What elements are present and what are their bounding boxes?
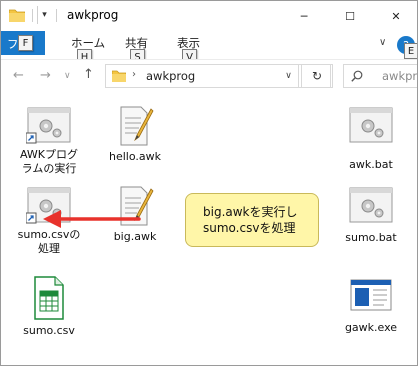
file-item-gawk-exe[interactable]: gawk.exe (331, 277, 411, 335)
folder-icon (112, 70, 126, 82)
tab-share-label: 共有 (125, 36, 148, 50)
file-label: 処理 (38, 242, 60, 255)
close-button[interactable]: ✕ (373, 1, 417, 31)
file-label: ラムの実行 (21, 162, 77, 175)
file-item-awk-bat[interactable]: awk.bat (331, 107, 411, 172)
explorer-window: ▾ awkprog ─ ☐ ✕ ファ F ホーム H 共有 S 表示 V ∨ ?… (0, 0, 418, 366)
ribbon-tabs: ファ F ホーム H 共有 S 表示 V ∨ ? E (1, 31, 417, 65)
tab-home-label: ホーム (71, 36, 106, 50)
file-label: awk.bat (349, 158, 393, 171)
breadcrumb-current-folder[interactable]: awkprog (146, 69, 195, 83)
title-bar: ▾ awkprog ─ ☐ ✕ (1, 1, 417, 31)
file-list-pane: AWKプログ ラムの実行 hello.awk awk.bat sumo.csvの… (1, 93, 417, 365)
close-icon: ✕ (391, 9, 401, 23)
back-arrow-icon[interactable]: ← (13, 68, 24, 83)
shortcut-gear-icon (26, 107, 71, 144)
search-icon (351, 70, 363, 82)
search-placeholder: awkprog (382, 69, 417, 83)
breadcrumb-chevron-icon[interactable]: › (132, 69, 136, 80)
forward-arrow-icon[interactable]: → (40, 68, 51, 83)
recent-locations-icon[interactable]: ∨ (64, 71, 71, 81)
minimize-icon: ─ (300, 9, 308, 23)
folder-icon (9, 9, 25, 22)
file-label: gawk.exe (344, 321, 398, 334)
tab-view-label: 表示 (177, 36, 200, 50)
batch-gear-icon (349, 187, 393, 223)
title-separator (56, 9, 57, 22)
refresh-icon: ↻ (311, 69, 323, 83)
callout-line-2: sumo.csvを処理 (203, 221, 296, 235)
exe-app-icon (350, 279, 392, 311)
quick-access-dropdown-icon[interactable]: ▾ (37, 6, 51, 24)
search-box[interactable]: awkprog (343, 64, 417, 88)
keytip-help: E (404, 43, 417, 59)
navigation-bar: ← → ∨ ↑ › awkprog ∨ ↻ awkprog (1, 59, 417, 93)
maximize-button[interactable]: ☐ (327, 1, 373, 31)
file-label: sumo.bat (345, 231, 397, 244)
file-label: sumo.csv (23, 324, 75, 337)
spreadsheet-csv-icon (34, 276, 64, 320)
up-arrow-icon[interactable]: ↑ (83, 67, 94, 82)
callout-line-1: big.awkを実行し (203, 205, 298, 219)
file-label: hello.awk (109, 150, 161, 163)
file-label: big.awk (113, 230, 157, 243)
awk-script-icon (120, 106, 154, 146)
batch-gear-icon (349, 107, 393, 143)
title-separator (32, 9, 33, 22)
address-dropdown-icon[interactable]: ∨ (279, 64, 299, 88)
file-item-sumo-bat[interactable]: sumo.bat (331, 187, 411, 245)
minimize-button[interactable]: ─ (281, 1, 327, 31)
ribbon-expand-icon[interactable]: ∨ (379, 37, 386, 48)
file-item-hello-awk[interactable]: hello.awk (95, 105, 175, 164)
window-title: awkprog (67, 8, 119, 22)
callout-note: big.awkを実行し sumo.csvを処理 (185, 193, 319, 247)
keytip-file: F (18, 35, 33, 51)
refresh-button[interactable]: ↻ (301, 64, 333, 88)
drag-arrow-annotation (43, 210, 141, 228)
file-item-sumo-csv[interactable]: sumo.csv (9, 275, 89, 338)
file-label: AWKプログ (19, 148, 78, 161)
file-item-awk-shortcut[interactable]: AWKプログ ラムの実行 (9, 107, 89, 176)
maximize-icon: ☐ (345, 9, 355, 23)
